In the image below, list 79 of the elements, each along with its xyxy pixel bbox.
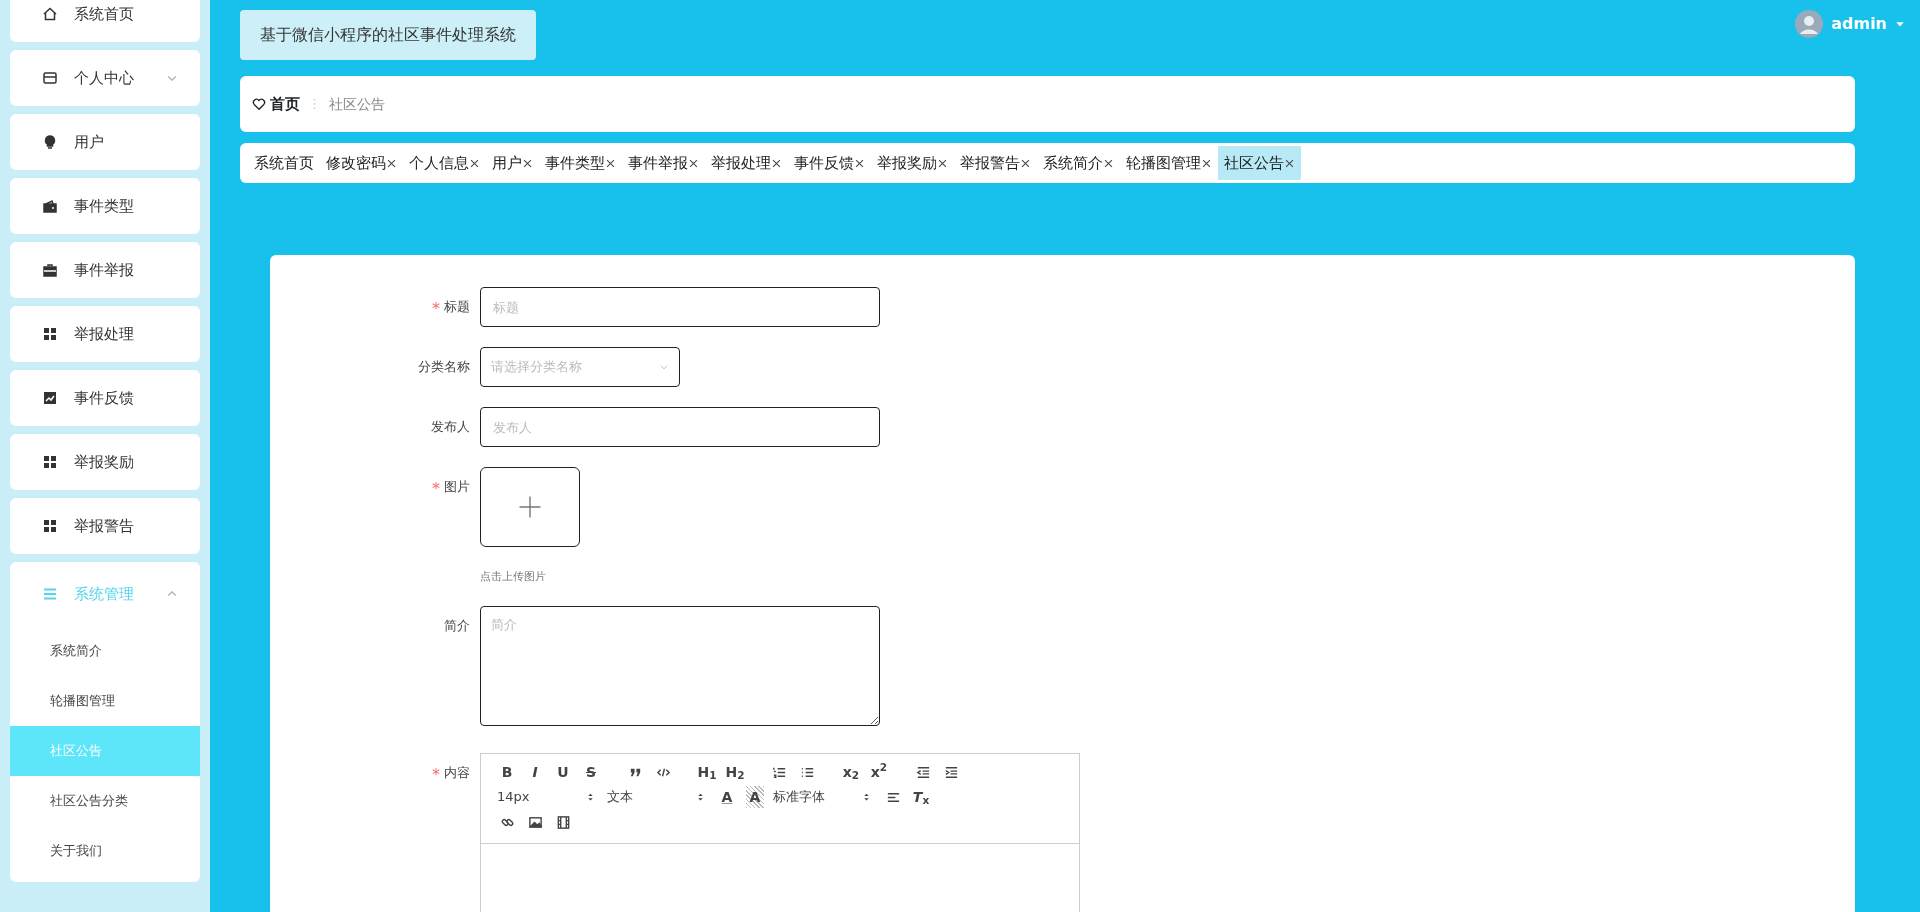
toolbar-button[interactable]: A — [713, 786, 741, 808]
required-mark: * — [432, 298, 440, 320]
menu-item[interactable]: 举报奖励 — [10, 434, 200, 490]
updown-icon — [862, 791, 871, 803]
required-mark: * — [432, 478, 440, 500]
field-label: 内容 — [444, 763, 470, 782]
menu-item[interactable]: 系统首页 — [10, 0, 200, 42]
toolbar-button[interactable]: x$_{2}$ — [837, 761, 865, 783]
toolbar-button[interactable]: H$_{2}$ — [721, 761, 749, 783]
tab[interactable]: 举报警告 — [954, 145, 1037, 181]
menu-item[interactable]: 举报警告 — [10, 498, 200, 554]
card-icon — [42, 70, 58, 86]
toolbar-button[interactable]: H$_{1}$ — [693, 761, 721, 783]
menu-item[interactable]: 事件反馈 — [10, 370, 200, 426]
upload-hint: 点击上传图片 — [480, 569, 547, 585]
tab[interactable]: 用户 — [486, 145, 539, 181]
menu-item[interactable]: 用户 — [10, 114, 200, 170]
bulb-icon — [42, 134, 58, 150]
submenu-item[interactable]: 轮播图管理 — [10, 676, 200, 726]
submenu-item[interactable]: 关于我们 — [10, 826, 200, 876]
tab[interactable]: 个人信息 — [403, 145, 486, 181]
toolbar-button[interactable]: I — [521, 761, 549, 783]
picker-dropdown[interactable]: 14px — [493, 786, 603, 808]
toolbar-button[interactable]: x$^{2}$ — [865, 761, 893, 783]
picker-dropdown[interactable]: 标准字体 — [769, 786, 879, 808]
breadcrumb-current: 社区公告 — [329, 94, 385, 114]
tab[interactable]: 事件举报 — [622, 145, 705, 181]
submenu-item[interactable]: 系统简介 — [10, 626, 200, 676]
tab[interactable]: 轮播图管理 — [1120, 145, 1218, 181]
updown-icon — [696, 791, 705, 803]
tab[interactable]: 系统首页 — [248, 145, 320, 181]
menu-item[interactable]: 个人中心 — [10, 50, 200, 106]
updown-icon — [586, 791, 595, 803]
field-label: 标题 — [444, 298, 470, 316]
toolbar-button[interactable]: T$_{x}$ — [907, 786, 935, 808]
toolbar-button[interactable]: B — [493, 761, 521, 783]
menu-item[interactable]: 事件类型 — [10, 178, 200, 234]
field-label: 简介 — [444, 616, 470, 635]
grid-icon — [42, 454, 58, 470]
submenu-item[interactable]: 社区公告分类 — [10, 776, 200, 826]
avatar-icon — [1795, 10, 1824, 38]
tab[interactable]: 修改密码 — [320, 145, 403, 181]
tab[interactable]: 举报处理 — [705, 145, 788, 181]
toolbar-button[interactable]: S — [577, 761, 605, 783]
grid-icon — [42, 518, 58, 534]
list-icon — [42, 586, 58, 602]
toolbar-button[interactable]: U — [549, 761, 577, 783]
app-title: 基于微信小程序的社区事件处理系统 — [240, 10, 536, 60]
briefcase-icon — [42, 262, 58, 278]
tab[interactable]: 事件反馈 — [788, 145, 871, 181]
chart-icon — [42, 390, 58, 406]
tab[interactable]: 举报奖励 — [871, 145, 954, 181]
image-icon — [527, 814, 543, 830]
wallet-icon — [42, 198, 58, 214]
text-field[interactable]: 标题 — [480, 287, 880, 327]
home-icon — [42, 6, 58, 22]
tab[interactable]: 社区公告 — [1218, 145, 1301, 181]
field-label: 发布人 — [431, 418, 470, 436]
chevron-down-icon — [659, 362, 669, 372]
grid-icon — [42, 326, 58, 342]
menu-item[interactable]: 举报处理 — [10, 306, 200, 362]
tab[interactable]: 事件类型 — [539, 145, 622, 181]
indent-icon — [943, 764, 959, 780]
heart-icon — [252, 97, 266, 111]
text-field[interactable]: 发布人 — [480, 407, 880, 447]
menu-item[interactable]: 事件举报 — [10, 242, 200, 298]
upload-button[interactable] — [480, 467, 580, 547]
picker-dropdown[interactable]: 文本 — [603, 786, 713, 808]
caret-icon — [1895, 19, 1905, 29]
video-icon — [555, 814, 571, 830]
breadcrumb-separator: ⋮ — [308, 95, 321, 114]
field-label: 图片 — [444, 478, 470, 496]
required-mark: * — [432, 763, 440, 786]
toolbar-button[interactable]: A — [746, 786, 764, 808]
outdent-icon — [915, 764, 931, 780]
text-area[interactable]: 简介 — [480, 605, 880, 726]
field-label: 分类名称 — [418, 358, 470, 376]
tab[interactable]: 系统简介 — [1037, 145, 1120, 181]
breadcrumb-link[interactable]: 首页 — [252, 92, 300, 116]
